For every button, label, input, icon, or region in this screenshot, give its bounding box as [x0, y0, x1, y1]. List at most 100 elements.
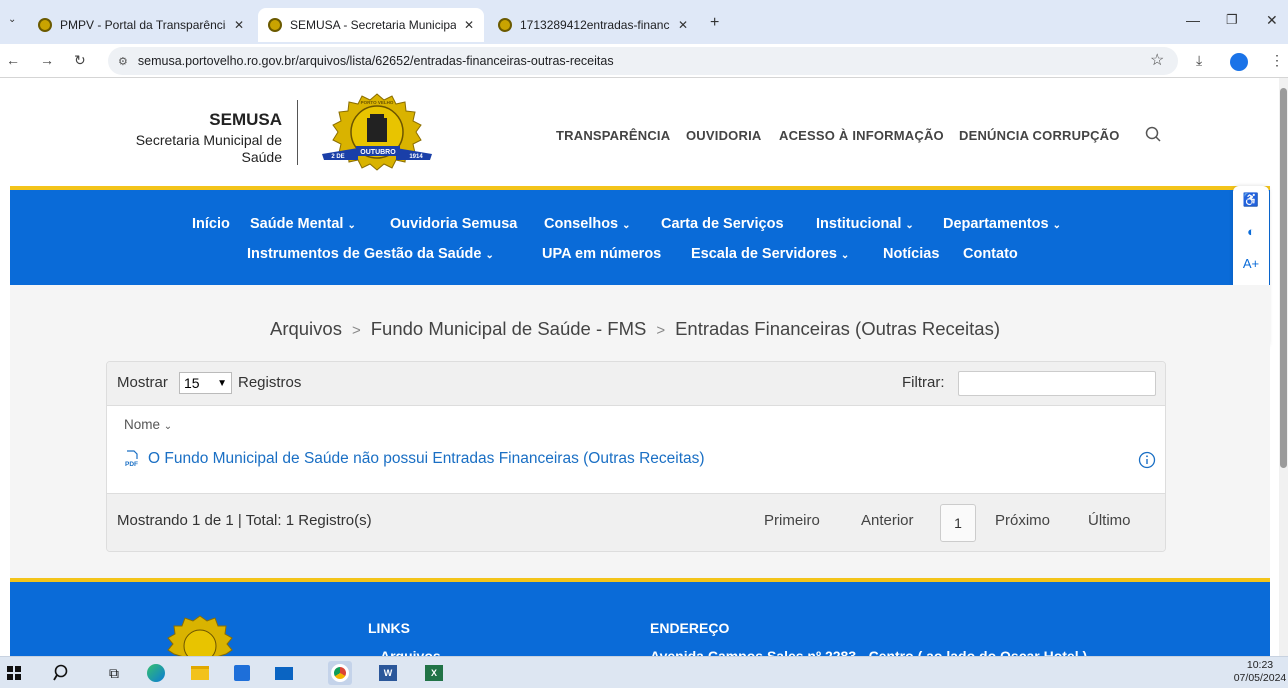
nav-noticias[interactable]: Notícias — [883, 246, 939, 262]
nav-label: Contato — [963, 246, 1018, 262]
footer-link-arquivos[interactable]: Arquivos — [380, 648, 441, 656]
chevron-down-icon: ⌄ — [840, 250, 850, 261]
filter-input[interactable] — [958, 371, 1156, 396]
windows-start-icon[interactable] — [2, 661, 26, 685]
footer-seal-logo — [167, 615, 233, 656]
nav-institucional[interactable]: Institucional ⌄ — [816, 216, 914, 232]
page-viewport: SEMUSA Secretaria Municipal de Saúde OUT… — [0, 78, 1288, 656]
page-size-select[interactable]: 15 ▼ — [179, 372, 232, 394]
porto-velho-seal-logo[interactable]: OUTUBRO 2 DE 1914 PORTO VELHO — [312, 90, 442, 174]
nav-label: Institucional — [816, 216, 902, 232]
nav-carta-servicos[interactable]: Carta de Serviços — [661, 216, 784, 232]
url-field[interactable]: ⚙ semusa.portovelho.ro.gov.br/arquivos/l… — [108, 47, 1178, 75]
close-icon[interactable]: ✕ — [234, 18, 244, 32]
column-label: Nome — [124, 417, 161, 432]
close-icon[interactable]: ✕ — [678, 18, 688, 32]
nav-ouvidoria-semusa[interactable]: Ouvidoria Semusa — [390, 216, 517, 232]
mail-icon[interactable] — [272, 661, 296, 685]
tab-label: PMPV - Portal da Transparência — [60, 18, 226, 32]
footer-address-heading: ENDEREÇO — [650, 620, 730, 636]
store-icon[interactable] — [230, 661, 254, 685]
breadcrumb-fms[interactable]: Fundo Municipal de Saúde - FMS — [371, 318, 647, 339]
pager-last[interactable]: Último — [1088, 512, 1131, 529]
pager-first[interactable]: Primeiro — [764, 512, 820, 529]
new-tab-icon[interactable]: + — [710, 14, 719, 32]
nav-contato[interactable]: Contato — [963, 246, 1018, 262]
nav-label: Departamentos — [943, 216, 1049, 232]
nav-departamentos[interactable]: Departamentos ⌄ — [943, 216, 1061, 232]
pager-next[interactable]: Próximo — [995, 512, 1050, 529]
favicon-icon — [38, 18, 52, 32]
file-title[interactable]: O Fundo Municipal de Saúde não possui En… — [148, 450, 705, 468]
page-scrollbar[interactable] — [1279, 78, 1288, 656]
tab-search-icon[interactable]: ⌄ — [8, 14, 16, 25]
tab-label: 1713289412entradas-financeira — [520, 18, 670, 32]
edge-browser-icon[interactable] — [144, 661, 168, 685]
breadcrumb-arquivos[interactable]: Arquivos — [270, 318, 342, 339]
show-label: Mostrar — [117, 374, 168, 391]
nav-label: Início — [192, 216, 230, 232]
seal-left-text: 2 DE — [331, 154, 344, 160]
window-close-icon[interactable]: ✕ — [1266, 12, 1278, 29]
search-icon[interactable] — [1144, 125, 1164, 145]
url-text: semusa.portovelho.ro.gov.br/arquivos/lis… — [137, 54, 614, 68]
chevron-down-icon: ⌄ — [905, 220, 914, 231]
windows-taskbar: ⧉ W X 10:23 07/05/2024 — [0, 656, 1288, 688]
forward-icon[interactable]: → — [40, 52, 54, 68]
system-clock[interactable]: 10:23 07/05/2024 — [1232, 659, 1288, 685]
file-explorer-icon[interactable] — [188, 661, 212, 685]
listing-footer: Mostrando 1 de 1 | Total: 1 Registro(s) … — [107, 493, 1165, 551]
reload-icon[interactable]: ↻ — [74, 52, 86, 69]
nav-instrumentos-gestao[interactable]: Instrumentos de Gestão da Saúde ⌄ — [247, 246, 494, 262]
task-view-icon[interactable]: ⧉ — [102, 661, 126, 685]
tab-pmpv[interactable]: PMPV - Portal da Transparência ✕ — [28, 8, 254, 42]
column-header-nome[interactable]: Nome ⌄ — [124, 417, 172, 432]
chrome-icon[interactable] — [328, 661, 352, 685]
nav-label: Conselhos — [544, 216, 619, 232]
page-size-value: 15 — [184, 375, 200, 391]
nav-label: Ouvidoria Semusa — [390, 216, 518, 232]
favicon-icon — [498, 18, 512, 32]
nav-escala-servidores[interactable]: Escala de Servidores ⌄ — [691, 246, 849, 262]
pager-previous[interactable]: Anterior — [861, 512, 914, 529]
address-bar: ← → ↻ ⚙ semusa.portovelho.ro.gov.br/arqu… — [0, 44, 1288, 78]
download-icon[interactable]: ⤓ — [1196, 52, 1202, 69]
svg-text:PDF: PDF — [125, 461, 138, 468]
nav-label: UPA em números — [542, 246, 662, 262]
nav-upa-numeros[interactable]: UPA em números — [542, 246, 661, 262]
close-icon[interactable]: ✕ — [464, 18, 474, 32]
word-icon[interactable]: W — [376, 661, 400, 685]
topnav-ouvidoria[interactable]: OUVIDORIA — [686, 128, 761, 143]
clock-date: 07/05/2024 — [1233, 672, 1287, 684]
topnav-denuncia-corrupcao[interactable]: DENÚNCIA CORRUPÇÃO — [959, 128, 1120, 143]
back-icon[interactable]: ← — [6, 52, 20, 68]
profile-avatar[interactable] — [1230, 53, 1248, 71]
seal-banner-text: OUTUBRO — [360, 149, 396, 156]
wheelchair-icon[interactable]: ♿ — [1233, 192, 1269, 208]
chevron-down-icon: ⌄ — [347, 220, 356, 231]
topnav-transparencia[interactable]: TRANSPARÊNCIA — [556, 128, 670, 143]
bookmark-star-icon[interactable]: ☆ — [1150, 50, 1164, 70]
excel-icon[interactable]: X — [422, 661, 446, 685]
search-icon[interactable] — [50, 661, 74, 685]
main-navigation: Início Saúde Mental ⌄ Ouvidoria Semusa Co… — [10, 186, 1270, 285]
nav-label: Escala de Servidores — [691, 246, 837, 262]
tab-semusa[interactable]: SEMUSA - Secretaria Municipal ✕ — [258, 8, 484, 42]
nav-saude-mental[interactable]: Saúde Mental ⌄ — [250, 216, 356, 232]
font-increase-button[interactable]: A+ — [1233, 256, 1269, 271]
nav-conselhos[interactable]: Conselhos ⌄ — [544, 216, 631, 232]
pdf-file-icon: PDF — [125, 450, 138, 468]
menu-kebab-icon[interactable]: ⋮ — [1270, 52, 1284, 69]
restore-icon[interactable]: ❐ — [1226, 12, 1238, 28]
site-info-icon[interactable]: ⚙ — [118, 55, 128, 68]
topnav-acesso-informacao[interactable]: ACESSO À INFORMAÇÃO — [779, 128, 944, 143]
pager-page-1[interactable]: 1 — [940, 504, 976, 542]
brand-name: SEMUSA — [209, 110, 282, 129]
nav-inicio[interactable]: Início — [192, 216, 230, 232]
info-icon[interactable] — [1138, 451, 1156, 469]
scrollbar-thumb[interactable] — [1280, 88, 1287, 468]
minimize-icon[interactable]: — — [1186, 12, 1200, 28]
contrast-button[interactable]: ◐ — [1233, 224, 1269, 239]
file-row[interactable]: PDF O Fundo Municipal de Saúde não possu… — [124, 450, 705, 468]
tab-pdf[interactable]: 1713289412entradas-financeira ✕ — [488, 8, 698, 42]
